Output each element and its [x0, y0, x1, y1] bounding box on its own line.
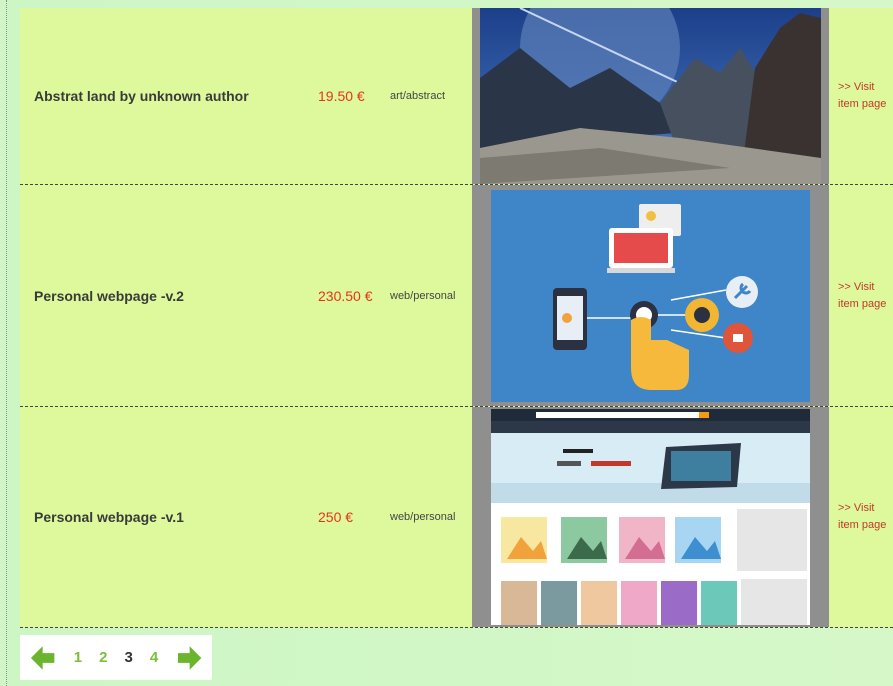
pagination: 1 2 3 4: [20, 635, 212, 680]
visit-item-link[interactable]: >> Visit item page: [838, 407, 890, 627]
item-image-cell: [472, 185, 829, 406]
item-title: Abstrat land by unknown author: [34, 88, 249, 104]
page-link-2[interactable]: 2: [91, 649, 116, 666]
item-price: 250 €: [318, 509, 354, 525]
web-design-illustration-image: [491, 189, 810, 402]
item-image-cell: [472, 8, 829, 184]
item-row: Personal webpage -v.2 230.50 € web/perso…: [20, 185, 893, 407]
item-title: Personal webpage -v.2: [34, 287, 184, 304]
item-category: art/abstract: [390, 90, 446, 102]
right-arrow-icon[interactable]: [176, 644, 203, 672]
page-current-3: 3: [124, 649, 133, 666]
left-arrow-icon[interactable]: [29, 644, 56, 672]
page-link-1[interactable]: 1: [65, 649, 90, 666]
item-price: 19.50 €: [318, 88, 365, 104]
item-row: Personal webpage -v.1 250 € web/personal: [20, 407, 893, 628]
page-link-4[interactable]: 4: [141, 649, 166, 666]
visit-item-link[interactable]: >> Visit item page: [838, 8, 890, 184]
item-image-cell: [472, 407, 829, 627]
item-listing: Abstrat land by unknown author 19.50 € a…: [20, 8, 893, 628]
item-price: 230.50 €: [318, 287, 373, 304]
shop-webpage-screenshot-image: [491, 409, 810, 625]
item-row: Abstrat land by unknown author 19.50 € a…: [20, 8, 893, 185]
item-category: web/personal: [390, 289, 456, 302]
item-category: web/personal: [390, 511, 456, 523]
visit-item-link[interactable]: >> Visit item page: [838, 185, 890, 406]
mountain-landscape-image: [480, 8, 821, 184]
item-title: Personal webpage -v.1: [34, 509, 184, 525]
